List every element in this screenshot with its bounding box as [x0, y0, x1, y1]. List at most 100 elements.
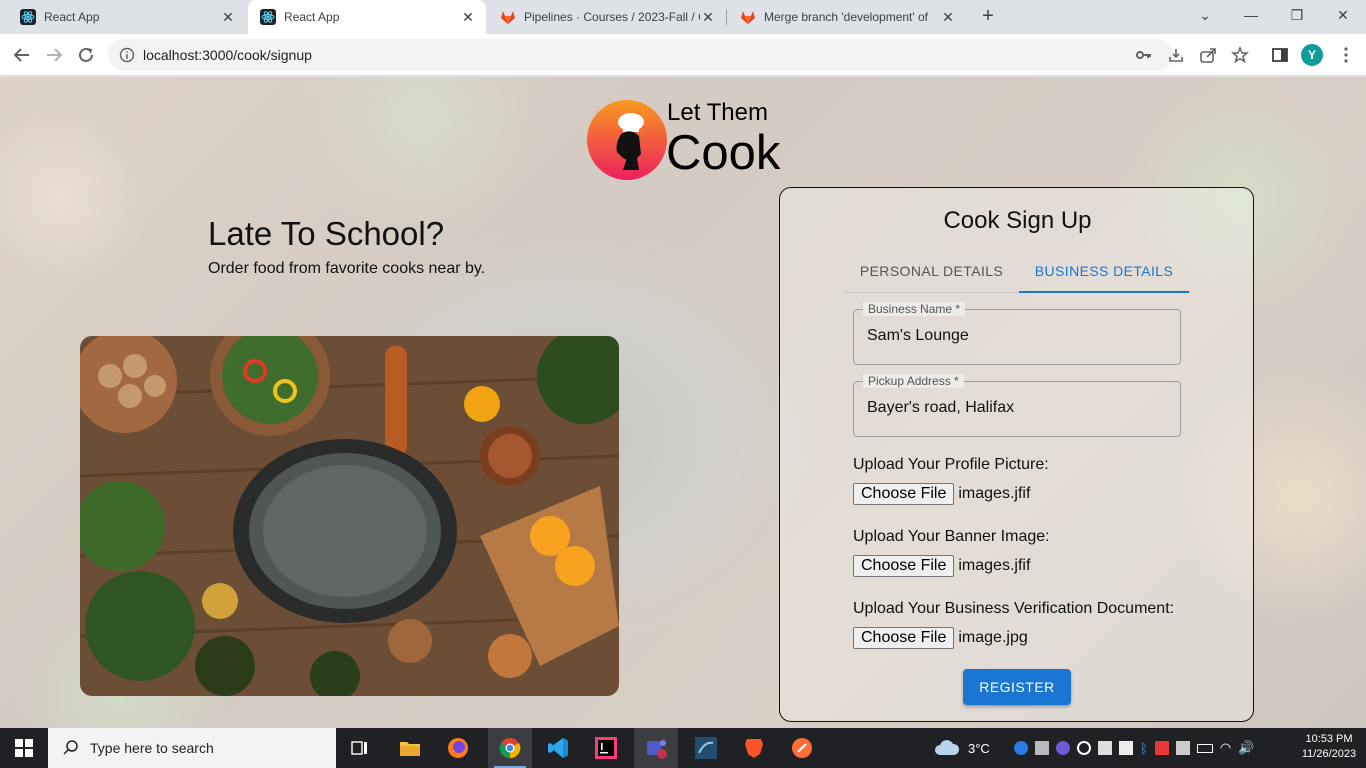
share-icon[interactable] [1198, 45, 1218, 65]
tab-title: React App [284, 10, 340, 24]
tray-app-icon[interactable] [1014, 741, 1028, 755]
tray-app-icon[interactable] [1154, 741, 1169, 755]
weather-temp: 3°C [968, 740, 990, 756]
verification-file-name: image.jpg [958, 629, 1028, 646]
forward-icon[interactable] [40, 41, 68, 69]
tab-title: Pipelines · Courses / 2023-Fall / C [524, 10, 700, 24]
file-explorer-icon[interactable] [388, 728, 432, 768]
signup-title: Cook Sign Up [943, 207, 1092, 234]
browser-tab-2[interactable]: React App ✕ [248, 0, 486, 34]
browser-tab-strip: React App ✕ React App ✕ Pipelines · Cour… [0, 0, 1366, 34]
mysql-workbench-icon[interactable] [684, 728, 728, 768]
weather-widget[interactable]: 3°C [934, 728, 990, 768]
brave-icon[interactable] [732, 728, 776, 768]
verification-choose-file-button[interactable]: Choose File [853, 627, 955, 649]
reload-icon[interactable] [72, 41, 100, 69]
windows-taskbar: Type here to search 3°C ᛒ ◠ 🔊 10:53 PM 1… [0, 728, 1366, 768]
pickup-address-value[interactable]: Bayer's road, Halifax [867, 399, 1014, 417]
volume-icon[interactable]: 🔊 [1238, 740, 1254, 756]
clock-date: 11/26/2023 [1301, 748, 1357, 760]
profile-avatar[interactable]: Y [1301, 44, 1323, 66]
banner-image-label: Upload Your Banner Image: [853, 528, 1050, 545]
verification-document-upload: Choose File image.jpg [853, 627, 1028, 649]
tab-search-icon[interactable]: ⌄ [1182, 0, 1228, 30]
close-tab-icon[interactable]: ✕ [220, 9, 236, 26]
tray-app-icon[interactable] [1175, 741, 1190, 755]
url-text: localhost:3000/cook/signup [143, 47, 312, 63]
postman-icon[interactable] [780, 728, 824, 768]
clock-time: 10:53 PM [1305, 733, 1353, 745]
tray-app-icon[interactable] [1077, 741, 1091, 755]
verification-document-label: Upload Your Business Verification Docume… [853, 600, 1175, 617]
taskbar-search[interactable]: Type here to search [48, 728, 336, 768]
react-icon [20, 9, 36, 25]
close-tab-icon[interactable]: ✕ [460, 9, 476, 26]
close-tab-icon[interactable]: ✕ [940, 9, 956, 26]
logo-wordmark: Cook [666, 126, 781, 180]
maximize-icon[interactable]: ❐ [1274, 0, 1320, 30]
profile-picture-label: Upload Your Profile Picture: [853, 456, 1049, 473]
address-bar[interactable]: localhost:3000/cook/signup [108, 39, 1173, 71]
tab-title: React App [44, 10, 100, 24]
pickup-address-label: Pickup Address * [863, 374, 964, 388]
tab-indicator [1019, 291, 1189, 293]
cloud-icon [935, 740, 960, 755]
profile-choose-file-button[interactable]: Choose File [853, 483, 955, 505]
intellij-icon[interactable] [584, 728, 628, 768]
site-info-icon[interactable] [119, 47, 135, 63]
signup-tabs: PERSONAL DETAILS BUSINESS DETAILS [844, 249, 1190, 293]
vscode-icon[interactable] [536, 728, 580, 768]
tray-app-icon[interactable] [1098, 741, 1112, 755]
close-window-icon[interactable]: ✕ [1320, 0, 1366, 30]
menu-icon[interactable] [1336, 45, 1356, 65]
banner-image-upload: Choose File images.jfif [853, 555, 1030, 577]
firefox-icon[interactable] [436, 728, 480, 768]
tray-app-icon[interactable] [1119, 741, 1133, 755]
tab-personal-details[interactable]: PERSONAL DETAILS [844, 249, 1019, 293]
teams-icon[interactable] [634, 728, 678, 768]
browser-tab-3[interactable]: Pipelines · Courses / 2023-Fall / C ✕ [488, 0, 726, 34]
business-name-label: Business Name * [863, 302, 966, 316]
task-view-icon[interactable] [338, 728, 382, 768]
gitlab-icon [501, 11, 515, 24]
search-icon [63, 740, 78, 755]
back-icon[interactable] [8, 41, 36, 69]
react-icon [260, 9, 276, 25]
chrome-icon[interactable] [488, 728, 532, 768]
banner-file-name: images.jfif [958, 557, 1031, 574]
hero-food-image [80, 336, 619, 696]
minimize-icon[interactable]: — [1228, 0, 1274, 30]
profile-picture-upload: Choose File images.jfif [853, 483, 1030, 505]
bookmark-star-icon[interactable] [1230, 45, 1250, 65]
tray-app-icon[interactable] [1035, 741, 1049, 755]
profile-file-name: images.jfif [958, 485, 1031, 502]
wifi-icon[interactable]: ◠ [1220, 740, 1231, 756]
business-name-value[interactable]: Sam's Lounge [867, 327, 969, 345]
gitlab-icon [741, 11, 755, 24]
search-placeholder: Type here to search [90, 740, 214, 756]
page-viewport: Let Them Cook Late To School? Order food… [0, 77, 1366, 728]
tab-title: Merge branch 'development' of [764, 10, 929, 24]
tray-app-icon[interactable] [1056, 741, 1070, 755]
close-tab-icon[interactable]: ✕ [700, 9, 716, 26]
business-name-field[interactable]: Business Name * Sam's Lounge [853, 302, 1181, 365]
side-panel-icon[interactable] [1270, 45, 1290, 65]
register-button[interactable]: REGISTER [963, 669, 1071, 705]
taskbar-clock[interactable]: 10:53 PM 11/26/2023 [1297, 732, 1361, 762]
page-headline: Late To School? [208, 215, 445, 252]
tab-business-details[interactable]: BUSINESS DETAILS [1019, 249, 1189, 293]
chef-logo-icon [587, 100, 667, 180]
install-icon[interactable] [1166, 45, 1186, 65]
new-tab-button[interactable]: + [976, 5, 1000, 29]
pickup-address-field[interactable]: Pickup Address * Bayer's road, Halifax [853, 374, 1181, 437]
browser-tab-1[interactable]: React App ✕ [8, 0, 246, 34]
signup-card: Cook Sign Up PERSONAL DETAILS BUSINESS D… [779, 187, 1254, 722]
browser-tab-4[interactable]: Merge branch 'development' of ✕ [728, 0, 966, 34]
page-subheadline: Order food from favorite cooks near by. [208, 260, 486, 277]
windows-start-icon[interactable] [0, 728, 48, 768]
logo-tagline: Let Them [667, 99, 768, 126]
key-icon[interactable] [1134, 45, 1154, 65]
banner-choose-file-button[interactable]: Choose File [853, 555, 955, 577]
bluetooth-icon[interactable]: ᛒ [1140, 741, 1148, 756]
battery-icon[interactable] [1196, 743, 1213, 753]
